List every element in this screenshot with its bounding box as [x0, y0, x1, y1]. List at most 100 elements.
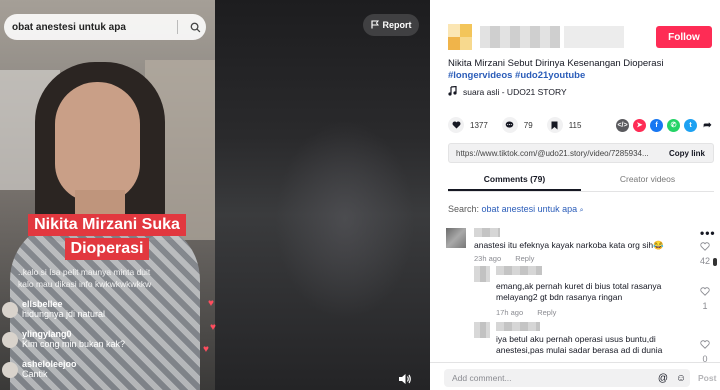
search-divider	[177, 20, 178, 34]
comment-count: 79	[523, 120, 533, 130]
report-button[interactable]: Report	[363, 14, 419, 36]
comment-search-hint[interactable]: Search: obat anestesi untuk apa ⌕	[448, 204, 584, 215]
live-comment-message: Cantik	[22, 369, 48, 379]
facebook-icon[interactable]: f	[650, 118, 663, 132]
overlay-title-line: Nikita Mirzani Suka	[28, 214, 186, 236]
scrollbar[interactable]	[710, 236, 720, 266]
author-row: Follow	[448, 22, 714, 54]
overlay-title-line: Dioperasi	[64, 238, 150, 260]
comment-meta: 17h ago Reply	[496, 308, 568, 317]
comment-text: anastesi itu efeknya kayak narkoba kata …	[474, 240, 664, 250]
avatar[interactable]	[474, 322, 490, 338]
comment-time: 23h ago	[474, 254, 502, 263]
video-detail-panel: Follow Nikita Mirzani Sebut Dirinya Kese…	[430, 0, 720, 390]
add-comment-input[interactable]: Add comment... @ ☺	[444, 369, 690, 387]
live-comment: ylingylang0 Kim cong min bukan kak?	[0, 326, 215, 356]
search-hint-query[interactable]: obat anestesi untuk apa	[482, 204, 578, 214]
flag-icon	[370, 20, 379, 31]
at-icon[interactable]: @	[654, 373, 672, 384]
video-player[interactable]: obat anestesi untuk apa Report Nikita Mi…	[0, 0, 430, 390]
tab-comments[interactable]: Comments (79)	[448, 170, 581, 191]
live-comment-user: ylingylang0	[22, 329, 72, 339]
live-comment: asheloleejoo Cantik	[0, 356, 215, 386]
avatar	[2, 302, 18, 318]
video-blurred-background	[215, 0, 430, 390]
action-bar: 1377 79 115 </> ➤ f ✆ t ➦	[448, 116, 714, 134]
like-action[interactable]: 1377	[448, 117, 488, 133]
share-arrow-icon[interactable]: ➦	[701, 118, 714, 132]
video-search-query[interactable]: obat anestesi untuk apa	[12, 22, 177, 33]
like-count: 1377	[470, 120, 488, 130]
comment-time: 17h ago	[496, 308, 524, 317]
comment-meta: 23h ago Reply	[474, 254, 546, 263]
comment-text: emang,ak pernah kuret di bius total rasa…	[496, 281, 662, 302]
avatar	[2, 362, 18, 378]
floating-heart-icon: ♥	[208, 298, 214, 309]
share-buttons: </> ➤ f ✆ t ➦	[616, 118, 714, 132]
live-comment-user: asheloleejoo	[22, 359, 77, 369]
scrollbar-thumb[interactable]	[713, 258, 717, 266]
save-action[interactable]: 115	[546, 117, 582, 133]
heart-icon	[700, 287, 710, 296]
live-comment-user: ellsbellee	[22, 299, 63, 309]
follow-button[interactable]: Follow	[656, 26, 712, 48]
live-comment-message: Kim cong min bukan kak?	[22, 339, 126, 349]
music-title[interactable]: suara asli - UDO21 STORY	[463, 87, 567, 97]
comment-like[interactable]: 0	[698, 336, 712, 364]
video-link-url[interactable]: https://www.tiktok.com/@udo21.story/vide…	[449, 149, 661, 158]
avatar	[2, 332, 18, 348]
live-comment-message: hidungnya jdi natural	[22, 309, 106, 319]
emoji-icon[interactable]: ☺	[672, 373, 690, 384]
music-note-icon	[448, 85, 457, 98]
report-label: Report	[382, 20, 412, 30]
volume-icon[interactable]	[395, 369, 415, 389]
video-search-bar[interactable]: obat anestesi untuk apa	[4, 14, 206, 40]
author-name-redacted	[480, 26, 560, 48]
caption-line: ..kalo si Isa pelit maunya minta duit	[18, 267, 151, 277]
search-icon[interactable]	[184, 22, 206, 33]
reply-button[interactable]: Reply	[537, 308, 556, 317]
comment-like[interactable]: 1	[698, 283, 712, 311]
commenter-name-redacted[interactable]	[496, 266, 542, 275]
video-caption: ..kalo si Isa pelit maunya minta duit ka…	[18, 266, 208, 290]
post-button[interactable]: Post	[698, 373, 716, 383]
whatsapp-icon[interactable]: ✆	[667, 118, 680, 132]
hashtags[interactable]: #longervideos #udo21youtube	[448, 70, 714, 82]
heart-icon	[700, 242, 710, 251]
author-handle-redacted	[564, 26, 624, 48]
video-overlay-title: Nikita Mirzani Suka Dioperasi	[6, 214, 208, 266]
commenter-name-redacted[interactable]	[496, 322, 540, 331]
embed-icon[interactable]: </>	[616, 118, 629, 132]
avatar[interactable]	[448, 24, 472, 50]
send-friends-icon[interactable]: ➤	[633, 118, 646, 132]
heart-icon[interactable]	[448, 117, 464, 133]
heart-icon	[700, 340, 710, 349]
commenter-name-redacted[interactable]	[474, 228, 500, 237]
search-hint-prefix: Search:	[448, 204, 480, 214]
caption-line: kalo mau dikasi info kwkwkwkwkkw	[18, 279, 152, 289]
add-comment-bar: Add comment... @ ☺ Post	[430, 362, 720, 390]
save-count: 115	[568, 120, 582, 130]
floating-heart-icon: ♥	[210, 322, 216, 333]
live-comment-list: ellsbellee hidungnya jdi natural ylingyl…	[0, 296, 215, 386]
copy-link-button[interactable]: Copy link	[661, 149, 713, 158]
bookmark-icon[interactable]	[546, 117, 563, 133]
music-row[interactable]: suara asli - UDO21 STORY	[448, 85, 567, 98]
comment-like-count: 1	[702, 301, 708, 311]
avatar[interactable]	[474, 266, 490, 282]
live-comment: ellsbellee hidungnya jdi natural	[0, 296, 215, 326]
twitter-icon[interactable]: t	[684, 118, 697, 132]
add-comment-placeholder[interactable]: Add comment...	[444, 373, 654, 383]
description-text: Nikita Mirzani Sebut Dirinya Kesenangan …	[448, 58, 664, 69]
avatar[interactable]	[446, 228, 466, 248]
comment-text: iya betul aku pernah operasi usus buntu,…	[496, 334, 663, 355]
comment-action[interactable]: 79	[501, 117, 533, 133]
search-icon: ⌕	[579, 207, 584, 214]
reply-button[interactable]: Reply	[515, 254, 534, 263]
tab-creator-videos[interactable]: Creator videos	[581, 170, 714, 191]
video-description: Nikita Mirzani Sebut Dirinya Kesenangan …	[448, 58, 714, 82]
copy-link-box: https://www.tiktok.com/@udo21.story/vide…	[448, 143, 714, 163]
comment-icon[interactable]	[501, 117, 518, 133]
person-face	[55, 82, 140, 202]
floating-heart-icon: ♥	[203, 344, 209, 355]
